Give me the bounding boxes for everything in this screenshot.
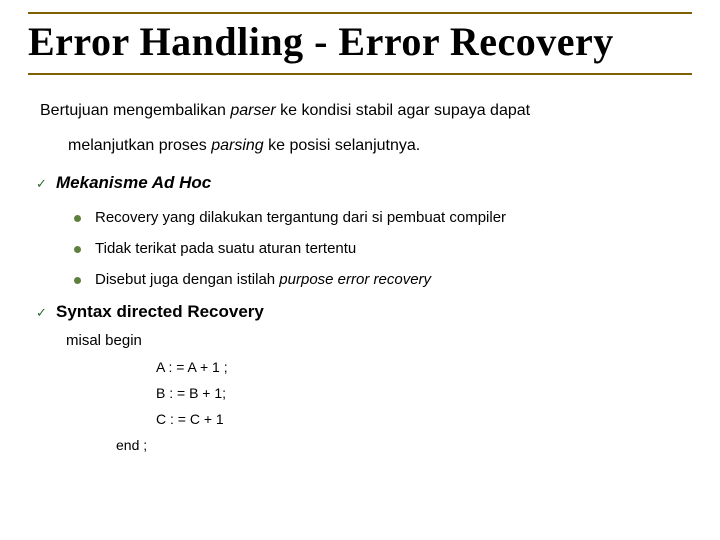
item-adhoc: ✓Mekanisme Ad Hoc Recovery yang dilakuka… — [36, 173, 692, 288]
code-line-2: B : = B + 1; — [156, 385, 692, 401]
intro-line2-post: ke posisi selanjutnya. — [264, 137, 421, 154]
intro-line2-pre: melanjutkan proses — [68, 137, 211, 154]
adhoc-bullet-2: Tidak terikat pada suatu aturan tertentu — [74, 240, 692, 257]
check-icon: ✓ — [36, 302, 56, 324]
bullet-icon — [74, 246, 81, 253]
adhoc-bullet-3-italic: purpose error recovery — [279, 271, 431, 288]
item-syntax-label: Syntax directed Recovery — [56, 302, 264, 321]
main-list: ✓Mekanisme Ad Hoc Recovery yang dilakuka… — [36, 173, 692, 453]
item-syntax: ✓Syntax directed Recovery misal begin A … — [36, 302, 692, 453]
intro-line2-italic: parsing — [211, 137, 263, 154]
code-line-3: C : = C + 1 — [156, 411, 692, 427]
adhoc-bullet-3: Disebut juga dengan istilah purpose erro… — [74, 271, 692, 288]
check-icon: ✓ — [36, 173, 56, 195]
item-adhoc-label: Mekanisme Ad Hoc — [56, 173, 211, 192]
code-block: A : = A + 1 ; B : = B + 1; C : = C + 1 — [156, 359, 692, 427]
bullet-icon — [74, 277, 81, 284]
page-title: Error Handling - Error Recovery — [28, 18, 692, 65]
intro-line1-italic: parser — [230, 102, 275, 119]
adhoc-bullet-1: Recovery yang dilakukan tergantung dari … — [74, 209, 692, 226]
intro-text: Bertujuan mengembalikan parser ke kondis… — [40, 93, 692, 163]
adhoc-bullet-3-pre: Disebut juga dengan istilah — [95, 271, 279, 288]
adhoc-bullet-1-text: Recovery yang dilakukan tergantung dari … — [95, 209, 506, 226]
intro-line1-pre: Bertujuan mengembalikan — [40, 102, 230, 119]
adhoc-sublist: Recovery yang dilakukan tergantung dari … — [74, 209, 692, 288]
code-end: end ; — [116, 437, 692, 453]
slide: Error Handling - Error Recovery Bertujua… — [0, 0, 720, 540]
code-line-1: A : = A + 1 ; — [156, 359, 692, 375]
adhoc-bullet-2-text: Tidak terikat pada suatu aturan tertentu — [95, 240, 356, 257]
syntax-sub: misal begin — [66, 332, 692, 349]
intro-line1-post: ke kondisi stabil agar supaya dapat — [276, 102, 530, 119]
bullet-icon — [74, 215, 81, 222]
title-bar: Error Handling - Error Recovery — [28, 12, 692, 75]
